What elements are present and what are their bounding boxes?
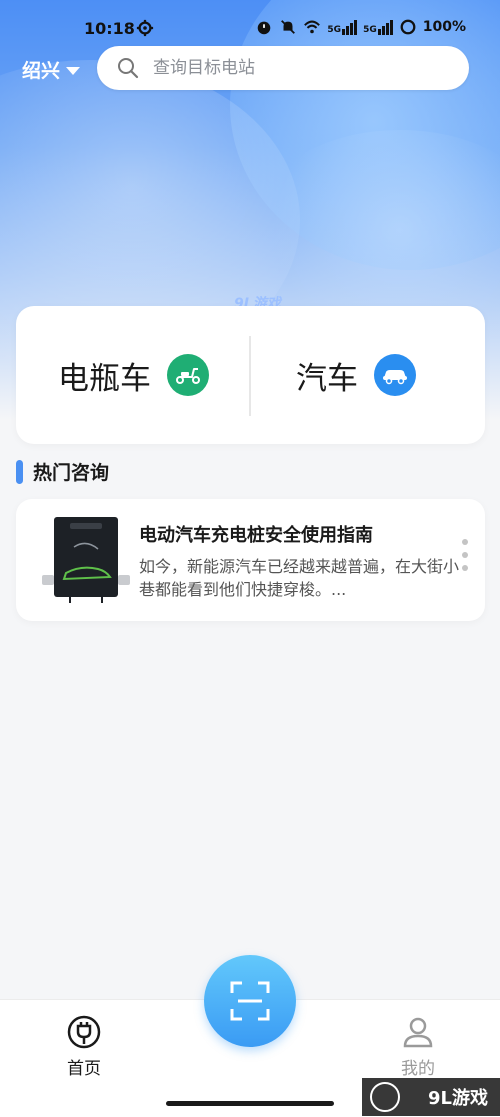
category-card: 电瓶车 汽车 [16, 306, 485, 444]
network-type: 5G [363, 24, 377, 35]
tab-mine-label: 我的 [401, 1059, 435, 1079]
category-label: 电瓶车 [58, 360, 151, 397]
city-selector[interactable]: 绍兴 [22, 56, 81, 83]
battery-icon [400, 19, 416, 35]
watermark-text: 9L游戏 [428, 1088, 488, 1109]
category-divider [249, 336, 251, 416]
signal-icon: 5G [363, 19, 393, 35]
settings-gear-icon [136, 19, 154, 37]
battery-level: 100% [422, 19, 466, 35]
city-label: 绍兴 [22, 60, 61, 82]
search-icon [118, 58, 139, 79]
tab-home-label: 首页 [67, 1059, 101, 1079]
signal-icon: 5G [327, 19, 358, 35]
tab-home[interactable]: 首页 [44, 1014, 124, 1079]
more-options-icon[interactable] [461, 539, 469, 571]
watermark-badge: 9L游戏 [362, 1078, 500, 1116]
section-title-label: 热门咨询 [33, 462, 110, 484]
news-title: 电动汽车充电桩安全使用指南 [139, 525, 373, 546]
watermark-logo-icon [370, 1082, 400, 1112]
network-type: 5G [327, 24, 342, 35]
car-icon [374, 354, 416, 396]
tab-mine[interactable]: 我的 [378, 1014, 458, 1079]
category-label: 汽车 [296, 360, 358, 397]
section-accent [16, 459, 23, 484]
mute-icon [281, 20, 296, 34]
home-indicator [166, 1101, 334, 1106]
news-thumbnail [36, 513, 136, 605]
category-scooter[interactable]: 电瓶车 [58, 306, 209, 444]
search-input[interactable] [151, 57, 435, 79]
category-car[interactable]: 汽车 [296, 306, 416, 444]
section-title: 热门咨询 [16, 458, 109, 485]
news-card[interactable]: 电动汽车充电桩安全使用指南 如今，新能源汽车已经越来越普遍，在大街小巷都能看到他… [16, 499, 485, 621]
alarm-icon [258, 21, 271, 35]
wifi-icon [304, 20, 321, 34]
scan-button[interactable] [204, 955, 296, 1047]
charging-plug-icon [67, 1015, 101, 1049]
user-icon [403, 1017, 433, 1048]
status-time: 10:18 [84, 19, 135, 38]
search-bar[interactable] [97, 46, 469, 90]
scan-icon [230, 981, 270, 1021]
scooter-icon [167, 354, 209, 396]
news-description: 如今，新能源汽车已经越来越普遍，在大街小巷都能看到他们快捷穿梭。... [139, 557, 460, 599]
caret-down-icon [66, 66, 81, 75]
